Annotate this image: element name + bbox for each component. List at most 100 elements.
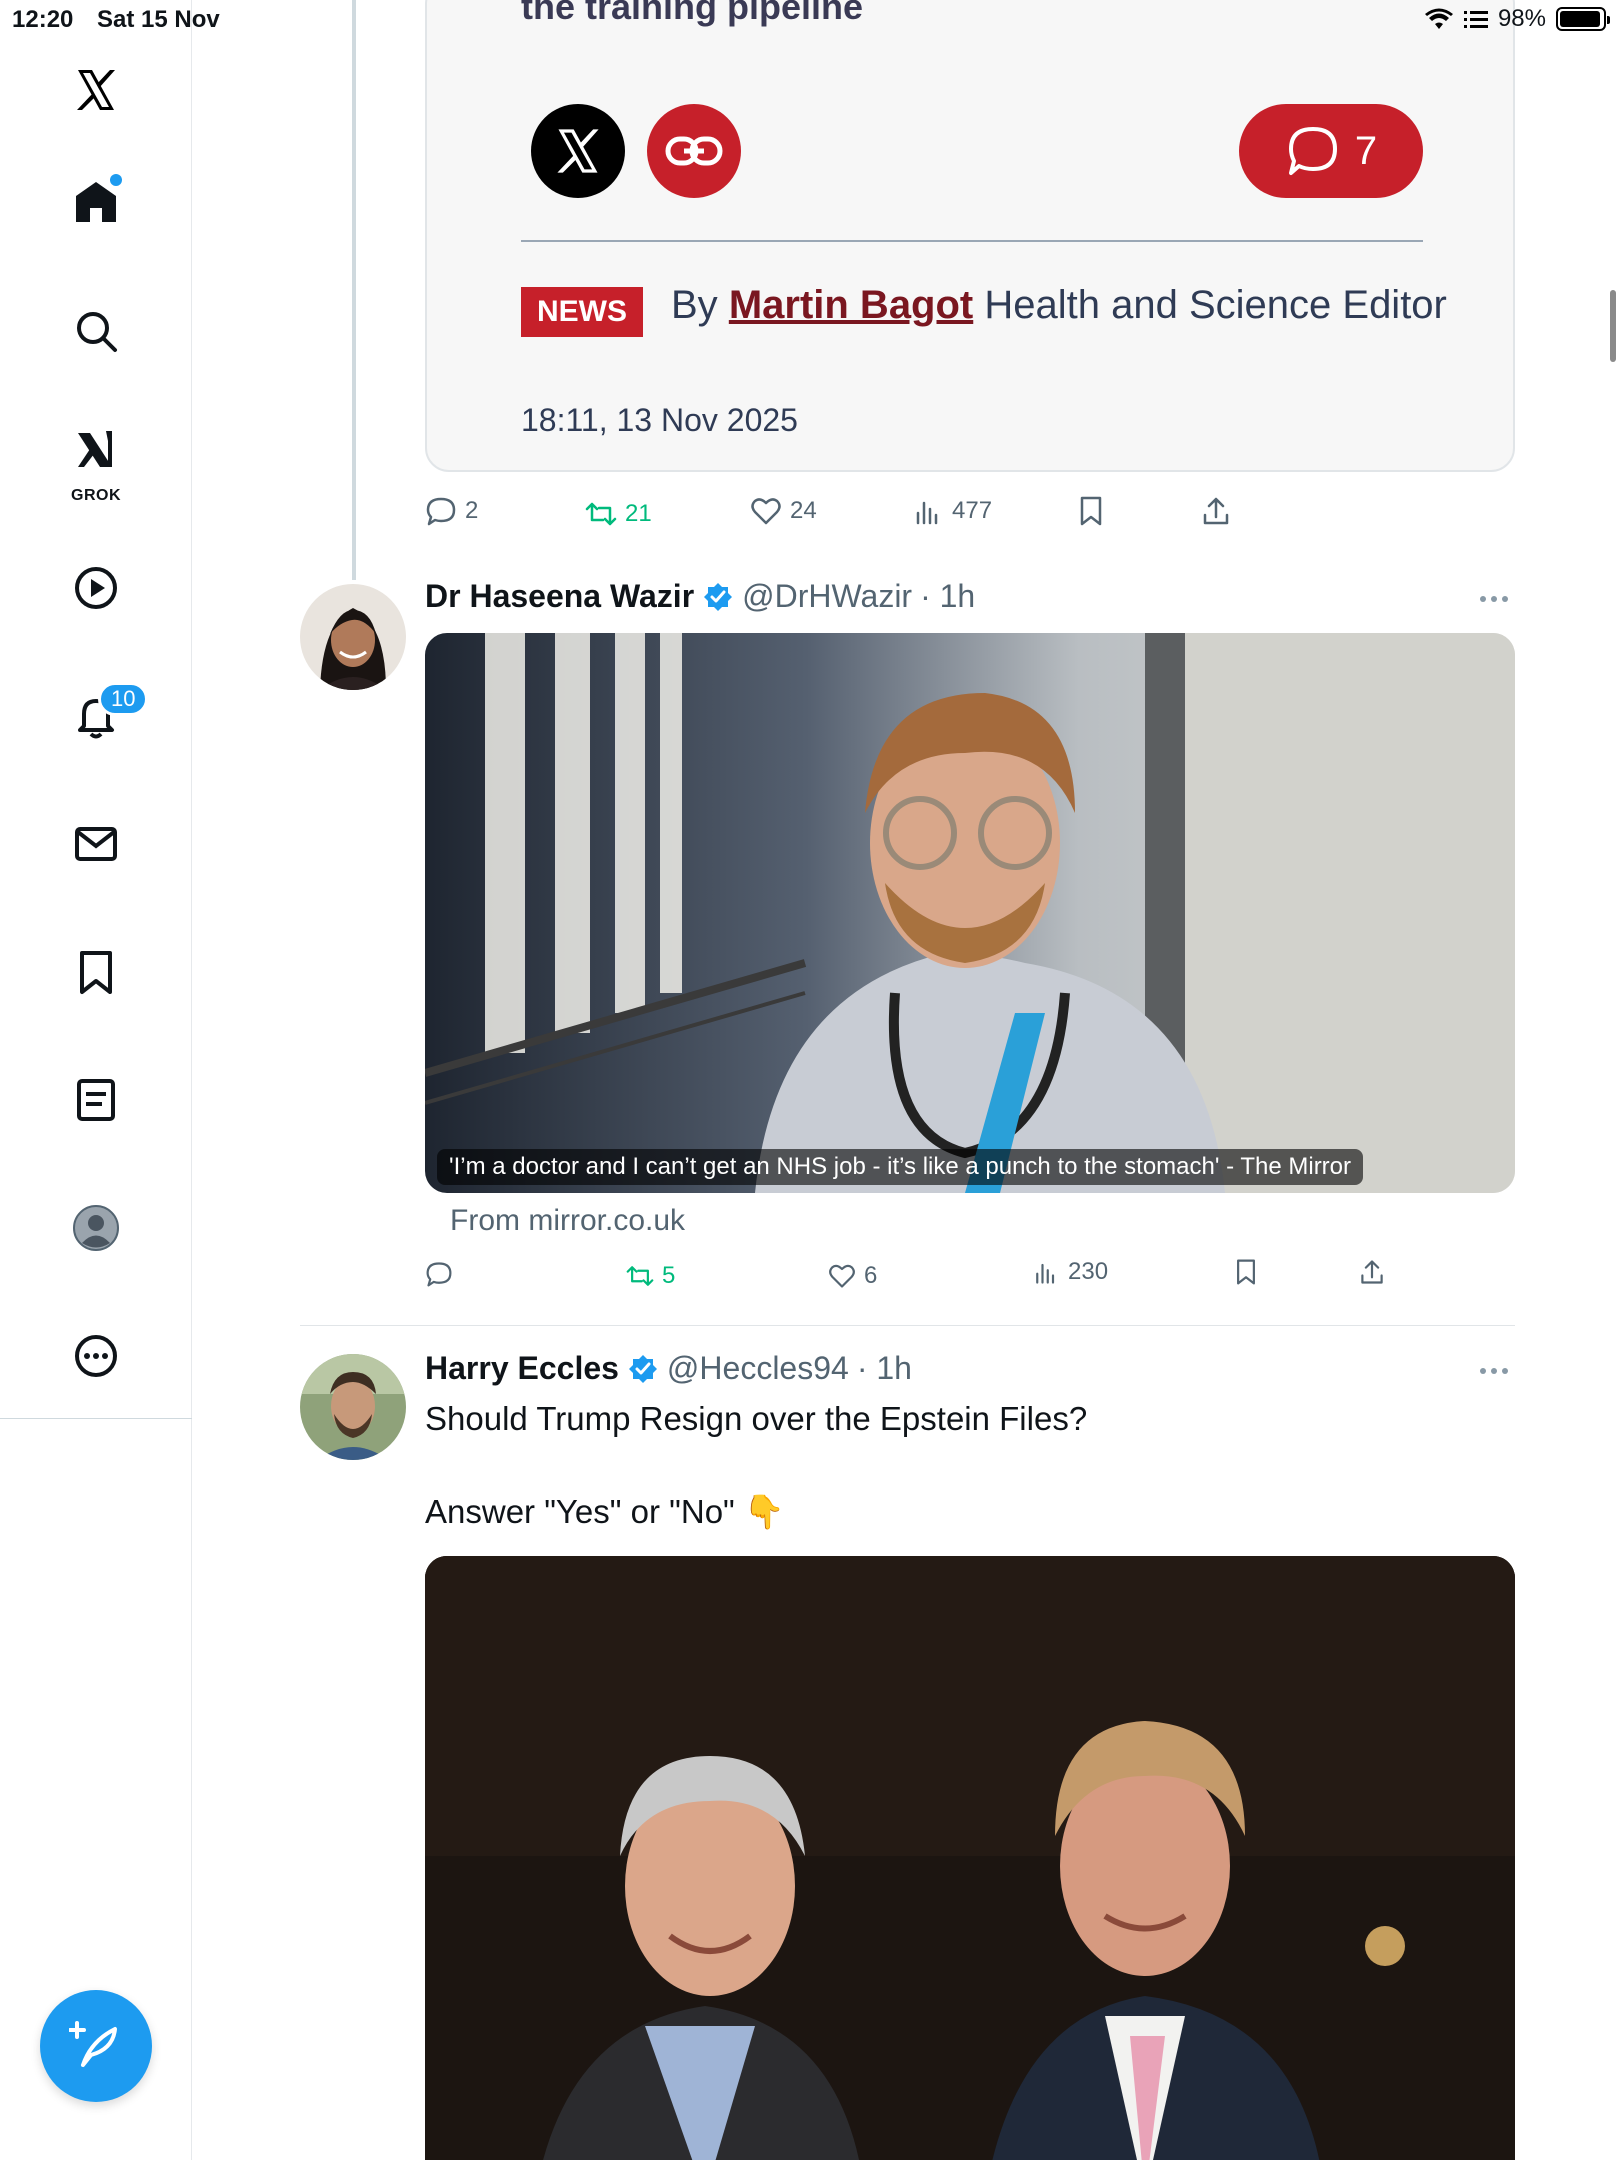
status-bar: 12:20 Sat 15 Nov 98%	[0, 0, 1620, 40]
search-icon	[77, 312, 117, 352]
card-divider	[521, 240, 1423, 242]
sidebar-divider	[0, 1418, 192, 1419]
retweet-icon	[626, 1266, 654, 1286]
tweet-divider	[300, 1325, 1515, 1326]
sidebar-item-bookmarks[interactable]	[56, 932, 136, 1012]
comment-count: 7	[1354, 128, 1378, 173]
share-x-button[interactable]	[531, 104, 625, 198]
tweet-media-image[interactable]: 'I’m a doctor and I can’t get an NHS job…	[425, 633, 1515, 1193]
sidebar-item-more[interactable]	[56, 1316, 136, 1396]
news-tag: NEWS	[521, 287, 643, 337]
retweet-icon	[585, 502, 617, 526]
tweet-time[interactable]: · 1h	[857, 1350, 912, 1387]
reply-count: 2	[465, 497, 479, 524]
notification-badge: 10	[98, 682, 149, 716]
profile-icon	[73, 1205, 119, 1251]
sidebar-item-profile[interactable]	[56, 1188, 136, 1268]
media-caption: 'I’m a doctor and I can’t get an NHS job…	[437, 1149, 1364, 1185]
avatar[interactable]	[300, 1354, 406, 1460]
bookmark-button[interactable]	[1075, 495, 1107, 527]
retweet-button[interactable]: 5	[626, 1262, 675, 1290]
play-icon	[75, 567, 117, 609]
reply-button[interactable]	[425, 1260, 453, 1288]
reply-button[interactable]: 2	[425, 495, 478, 527]
bookmark-icon	[1080, 496, 1102, 526]
scrollbar[interactable]	[1610, 290, 1616, 362]
like-count: 24	[790, 497, 817, 524]
sidebar-item-home[interactable]	[56, 162, 136, 242]
grok-icon	[78, 431, 112, 467]
author-name[interactable]: Harry Eccles	[425, 1350, 619, 1387]
sidebar-item-messages[interactable]	[56, 804, 136, 884]
share-button[interactable]	[1358, 1258, 1386, 1286]
share-icon	[1203, 497, 1229, 525]
retweet-button[interactable]: 21	[585, 498, 652, 530]
reply-icon	[426, 1262, 452, 1287]
tweet-time[interactable]: · 1h	[920, 578, 975, 615]
author-handle[interactable]: @Heccles94	[667, 1350, 849, 1387]
views-count: 477	[952, 497, 993, 524]
status-date: Sat 15 Nov	[97, 6, 220, 33]
sidebar-item-grok[interactable]: GROK	[56, 415, 136, 505]
heart-icon	[751, 498, 781, 525]
author-handle[interactable]: @DrHWazir	[742, 578, 912, 615]
article-byline: By Martin Bagot Health and Science Edito…	[521, 272, 1451, 338]
x-logo-icon[interactable]	[56, 50, 136, 130]
article-timestamp: 18:11, 13 Nov 2025	[521, 402, 798, 438]
like-button[interactable]: 24	[750, 495, 817, 527]
like-count: 6	[864, 1262, 878, 1289]
bookmark-button[interactable]	[1232, 1258, 1260, 1286]
article-link-card[interactable]: the training pipeline 7 By Martin Bagot …	[425, 0, 1515, 472]
bookmark-icon	[80, 951, 112, 994]
tweet-more-button[interactable]	[1480, 589, 1520, 609]
views-button[interactable]: 230	[1032, 1258, 1108, 1286]
tweet2-header: Dr Haseena Wazir @DrHWazir · 1h	[425, 578, 975, 615]
author-name[interactable]: Dr Haseena Wazir	[425, 578, 694, 615]
author-role: Health and Science Editor	[984, 283, 1447, 327]
tweet-media-image[interactable]	[425, 1556, 1515, 2160]
thread-connector-line	[352, 0, 356, 580]
sidebar-item-explore[interactable]	[56, 291, 136, 371]
battery-percent: 98%	[1497, 5, 1546, 32]
tweet-more-button[interactable]	[1480, 1361, 1520, 1381]
tweet-text-line-2: Answer "Yes" or "No" 👇	[425, 1493, 786, 1530]
share-icon	[1361, 1260, 1383, 1284]
views-button[interactable]: 477	[912, 495, 992, 527]
sidebar: GROK 10	[0, 0, 192, 2160]
compose-icon	[69, 2021, 117, 2067]
wifi-icon	[1424, 8, 1453, 29]
views-icon	[1036, 1263, 1055, 1284]
sidebar-item-video[interactable]	[56, 548, 136, 628]
list-status-icon	[1463, 11, 1488, 28]
compose-button[interactable]	[40, 1990, 152, 2102]
tweet-text-line-1: Should Trump Resign over the Epstein Fil…	[425, 1400, 1088, 1437]
link-icon	[665, 136, 723, 166]
views-icon	[916, 501, 938, 525]
verified-badge-icon	[628, 1354, 657, 1383]
copy-link-button[interactable]	[647, 104, 741, 198]
more-icon	[75, 1335, 117, 1377]
sidebar-item-lists[interactable]	[56, 1060, 136, 1140]
source-link[interactable]: From mirror.co.uk	[450, 1204, 685, 1238]
retweet-count: 21	[625, 500, 652, 527]
battery-icon	[1556, 7, 1610, 31]
avatar[interactable]	[300, 584, 406, 690]
doctor-photo	[425, 633, 1515, 1193]
share-button[interactable]	[1200, 495, 1232, 527]
avatar-photo	[300, 1354, 406, 1460]
sidebar-item-notifications[interactable]: 10	[56, 676, 149, 756]
speech-bubble-icon	[1288, 127, 1337, 175]
reply-icon	[426, 497, 456, 526]
bookmark-icon	[1237, 1259, 1255, 1285]
mail-icon	[75, 827, 117, 861]
verified-badge-icon	[704, 582, 733, 611]
retweet-count: 5	[662, 1262, 676, 1289]
like-button[interactable]: 6	[828, 1262, 877, 1290]
comments-button[interactable]: 7	[1239, 104, 1423, 198]
two-men-photo	[425, 1556, 1515, 2160]
author-link[interactable]: Martin Bagot	[729, 283, 973, 327]
byline-prefix: By	[671, 283, 718, 327]
home-unread-dot	[110, 174, 122, 186]
list-icon	[77, 1079, 115, 1121]
heart-icon	[829, 1264, 855, 1288]
